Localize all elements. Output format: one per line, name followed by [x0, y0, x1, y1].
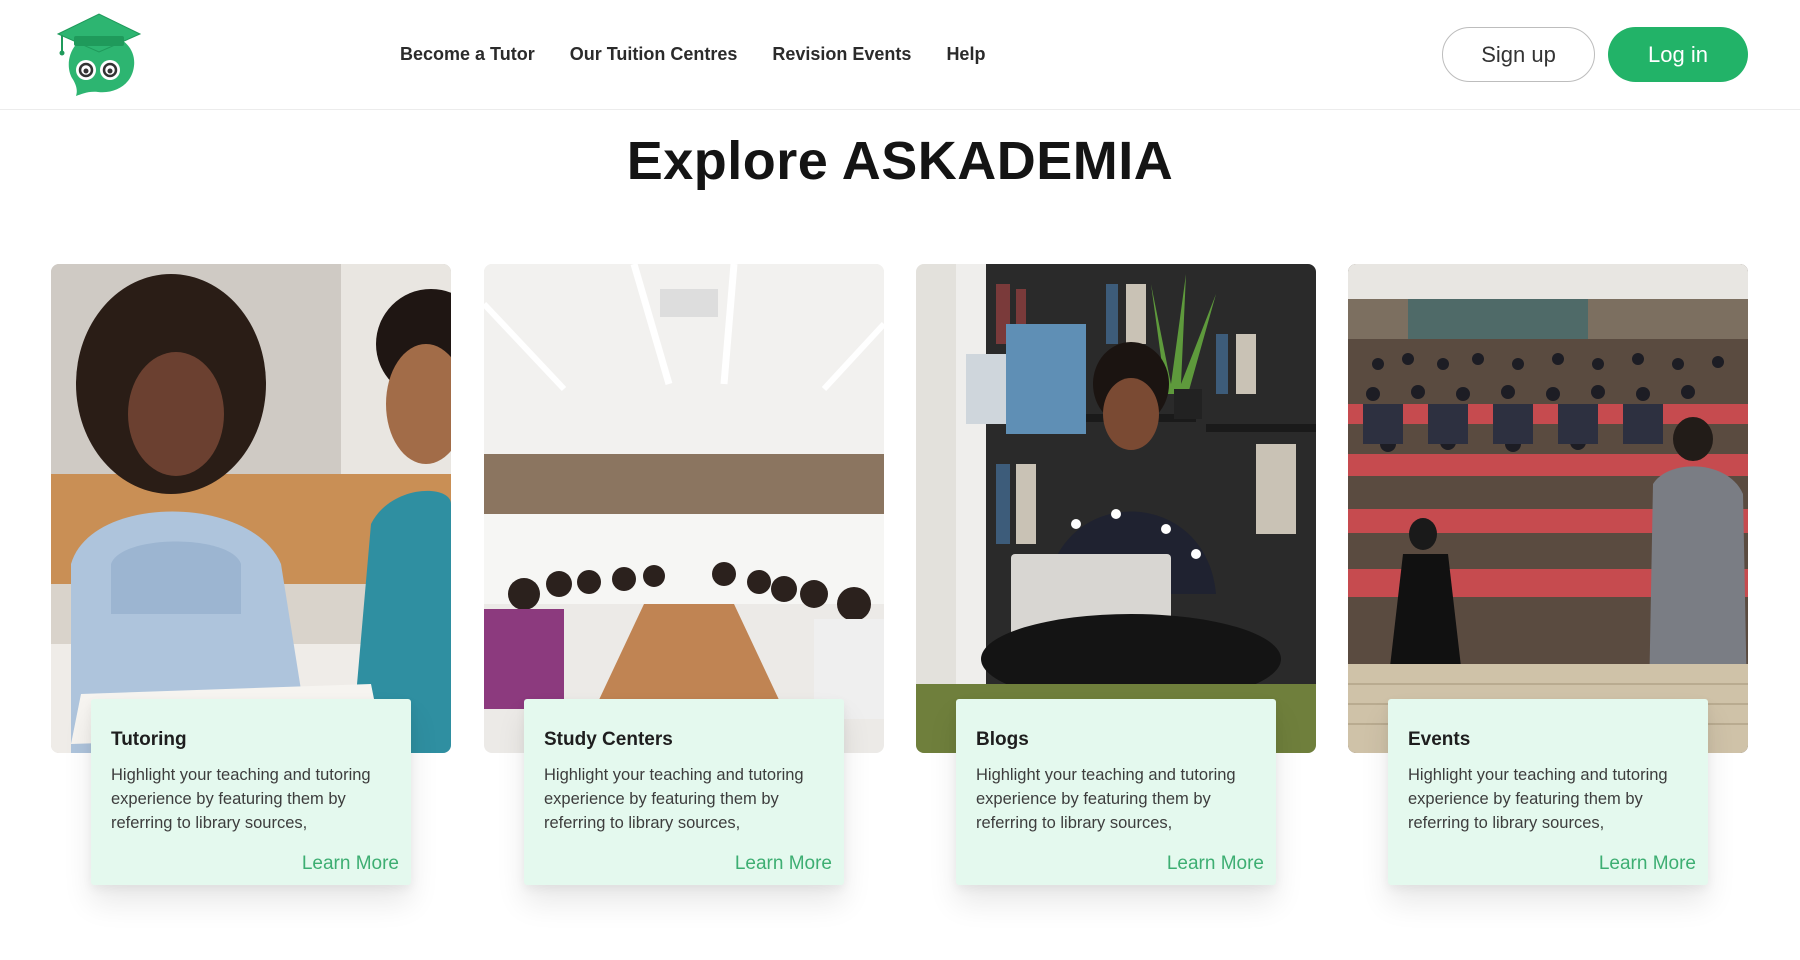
events-photo: [1348, 264, 1748, 753]
learn-more-link[interactable]: Learn More: [1599, 853, 1696, 875]
card-image-study-centers: [484, 264, 884, 753]
card-study-centers: Study Centers Highlight your teaching an…: [484, 264, 884, 894]
signup-button[interactable]: Sign up: [1442, 27, 1595, 82]
card-blogs: Blogs Highlight your teaching and tutori…: [916, 264, 1316, 894]
card-events: Events Highlight your teaching and tutor…: [1348, 264, 1748, 894]
study-center-photo: [484, 264, 884, 753]
card-description: Highlight your teaching and tutoring exp…: [976, 766, 1236, 832]
nav-become-a-tutor[interactable]: Become a Tutor: [400, 44, 535, 65]
askademia-logo[interactable]: [54, 12, 144, 96]
login-button[interactable]: Log in: [1608, 27, 1748, 82]
card-description: Highlight your teaching and tutoring exp…: [544, 766, 804, 832]
blogs-photo: [916, 264, 1316, 753]
nav-help[interactable]: Help: [946, 44, 985, 65]
card-tutoring: Tutoring Highlight your teaching and tut…: [51, 264, 451, 894]
card-info-box: Blogs Highlight your teaching and tutori…: [956, 699, 1276, 885]
card-info-box: Events Highlight your teaching and tutor…: [1388, 699, 1708, 885]
card-info-box: Study Centers Highlight your teaching an…: [524, 699, 844, 885]
card-image-events: [1348, 264, 1748, 753]
nav-revision-events[interactable]: Revision Events: [772, 44, 911, 65]
owl-logo-icon: [56, 13, 142, 96]
card-title: Blogs: [976, 729, 1029, 750]
tutoring-photo: [51, 264, 451, 753]
card-info-box: Tutoring Highlight your teaching and tut…: [91, 699, 411, 885]
site-header: Become a Tutor Our Tuition Centres Revis…: [0, 0, 1800, 110]
learn-more-link[interactable]: Learn More: [735, 853, 832, 875]
card-description: Highlight your teaching and tutoring exp…: [1408, 766, 1668, 832]
page-title: Explore ASKADEMIA: [626, 131, 1174, 191]
card-image-tutoring: [51, 264, 451, 753]
learn-more-link[interactable]: Learn More: [302, 853, 399, 875]
card-image-blogs: [916, 264, 1316, 753]
learn-more-link[interactable]: Learn More: [1167, 853, 1264, 875]
card-title: Study Centers: [544, 729, 673, 750]
nav-our-tuition-centres[interactable]: Our Tuition Centres: [570, 44, 738, 65]
card-title: Events: [1408, 729, 1471, 750]
main-nav: Become a Tutor Our Tuition Centres Revis…: [400, 40, 985, 68]
card-title: Tutoring: [111, 729, 187, 750]
card-description: Highlight your teaching and tutoring exp…: [111, 766, 371, 832]
